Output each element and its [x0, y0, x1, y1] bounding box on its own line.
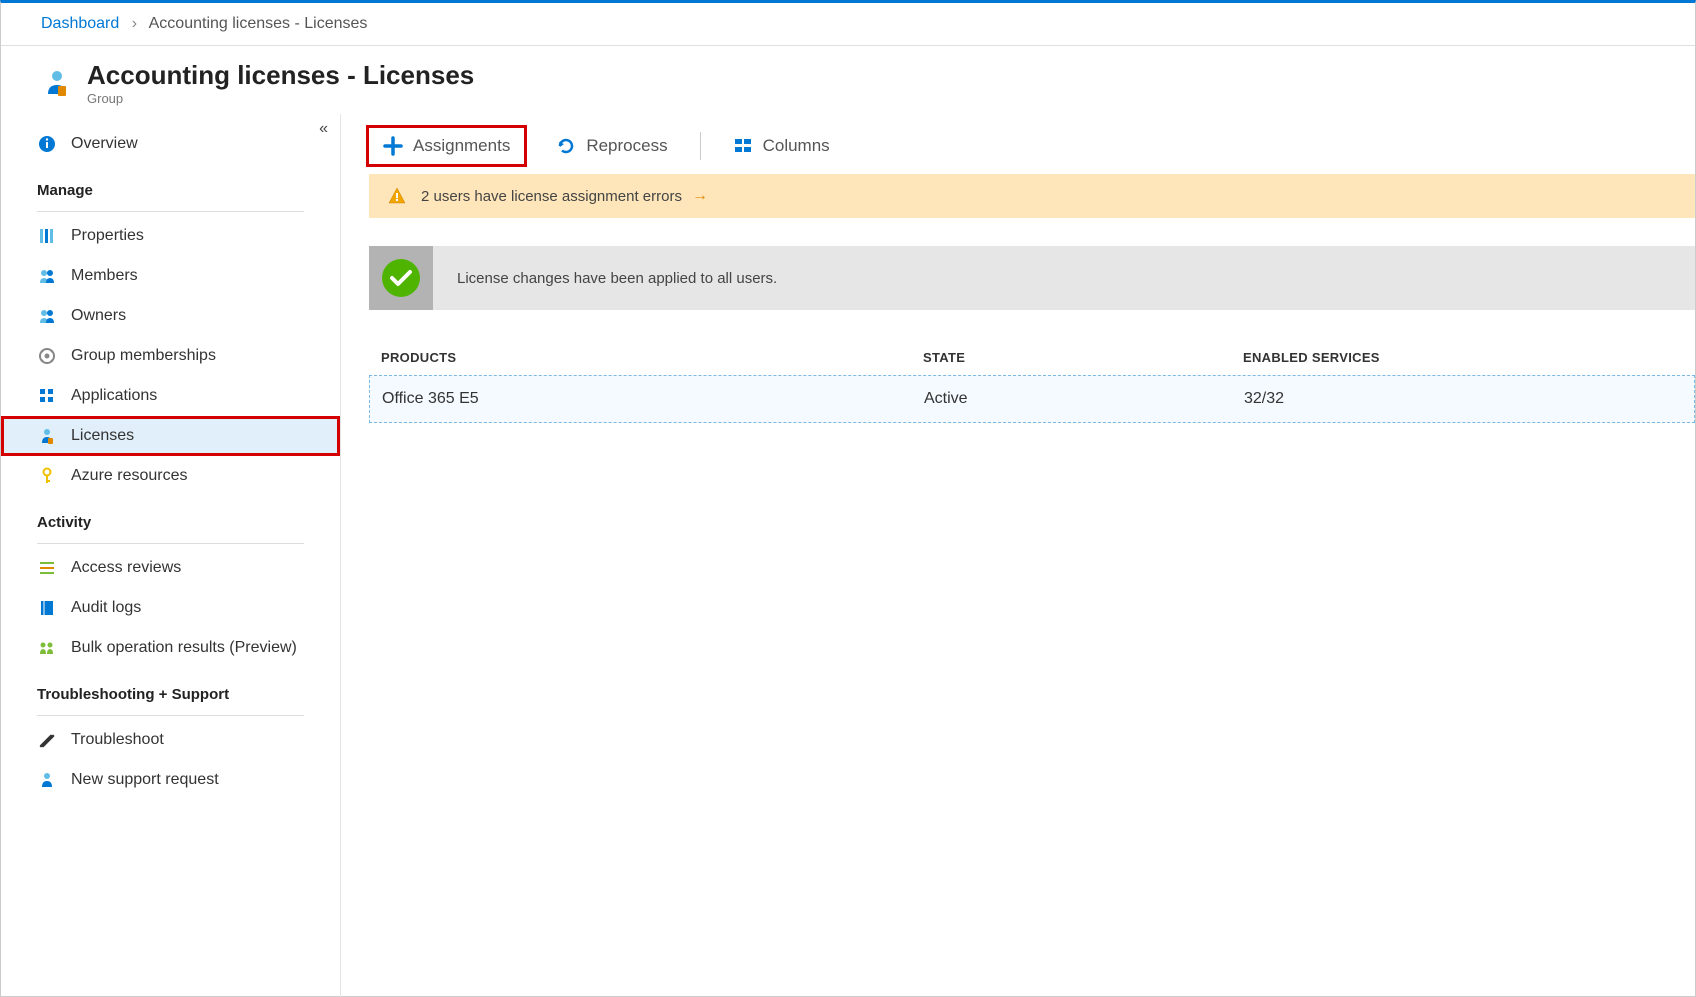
- sidebar-item-members[interactable]: Members: [1, 256, 340, 296]
- success-banner: License changes have been applied to all…: [369, 246, 1695, 310]
- toolbar-label: Columns: [763, 136, 830, 156]
- group-icon: [41, 67, 73, 99]
- column-header-state[interactable]: STATE: [923, 350, 1243, 365]
- plus-icon: [383, 136, 403, 156]
- list-icon: [37, 558, 57, 578]
- sidebar-item-label: Bulk operation results (Preview): [71, 639, 297, 657]
- collapse-sidebar-icon[interactable]: «: [319, 120, 328, 138]
- toolbar-label: Assignments: [413, 136, 510, 156]
- columns-icon: [733, 136, 753, 156]
- cell-services: 32/32: [1244, 390, 1682, 408]
- sidebar-item-audit-logs[interactable]: Audit logs: [1, 588, 340, 628]
- sidebar-item-properties[interactable]: Properties: [1, 216, 340, 256]
- page-title: Accounting licenses - Licenses: [87, 60, 474, 91]
- breadcrumb: Dashboard › Accounting licenses - Licens…: [1, 3, 1695, 46]
- cell-product: Office 365 E5: [382, 390, 924, 408]
- sidebar-item-bulk-operations[interactable]: Bulk operation results (Preview): [1, 628, 340, 668]
- sidebar: « Overview Manage Properties Members: [1, 114, 341, 997]
- license-icon: [37, 426, 57, 446]
- sidebar-item-group-memberships[interactable]: Group memberships: [1, 336, 340, 376]
- warning-icon: [387, 186, 407, 206]
- section-support: Troubleshooting + Support: [1, 668, 340, 711]
- table-row[interactable]: Office 365 E5 Active 32/32: [369, 375, 1695, 423]
- warning-banner[interactable]: 2 users have license assignment errors →: [369, 174, 1695, 218]
- column-header-services[interactable]: ENABLED SERVICES: [1243, 350, 1683, 365]
- licenses-table: PRODUCTS STATE ENABLED SERVICES Office 3…: [369, 340, 1695, 423]
- sidebar-item-label: Owners: [71, 307, 126, 325]
- sidebar-item-access-reviews[interactable]: Access reviews: [1, 548, 340, 588]
- arrow-right-icon: →: [692, 187, 708, 205]
- sidebar-item-label: Overview: [71, 135, 138, 153]
- sidebar-item-licenses[interactable]: Licenses: [1, 416, 340, 456]
- sidebar-item-label: New support request: [71, 771, 219, 789]
- sidebar-item-applications[interactable]: Applications: [1, 376, 340, 416]
- column-header-products[interactable]: PRODUCTS: [381, 350, 923, 365]
- sidebar-item-label: Licenses: [71, 427, 134, 445]
- sidebar-item-label: Audit logs: [71, 599, 141, 617]
- main-content: Assignments Reprocess Columns 2 users ha…: [341, 114, 1695, 997]
- sidebar-item-label: Applications: [71, 387, 157, 405]
- assignments-button[interactable]: Assignments: [369, 128, 524, 164]
- sidebar-item-label: Group memberships: [71, 347, 216, 365]
- book-icon: [37, 598, 57, 618]
- page-header: Accounting licenses - Licenses Group: [1, 46, 1695, 114]
- sidebar-item-overview[interactable]: Overview: [1, 124, 340, 164]
- section-manage: Manage: [1, 164, 340, 207]
- table-header: PRODUCTS STATE ENABLED SERVICES: [369, 340, 1695, 375]
- page-subtitle: Group: [87, 91, 474, 106]
- info-icon: [37, 134, 57, 154]
- owners-icon: [37, 306, 57, 326]
- section-activity: Activity: [1, 496, 340, 539]
- apps-icon: [37, 386, 57, 406]
- members-icon: [37, 266, 57, 286]
- breadcrumb-separator: ›: [132, 15, 137, 32]
- toolbar-label: Reprocess: [586, 136, 667, 156]
- users-icon: [37, 638, 57, 658]
- sidebar-item-azure-resources[interactable]: Azure resources: [1, 456, 340, 496]
- checkmark-icon: [380, 257, 422, 299]
- refresh-icon: [556, 136, 576, 156]
- sidebar-item-troubleshoot[interactable]: Troubleshoot: [1, 720, 340, 760]
- sidebar-item-label: Troubleshoot: [71, 731, 164, 749]
- support-icon: [37, 770, 57, 790]
- sidebar-item-label: Azure resources: [71, 467, 188, 485]
- columns-button[interactable]: Columns: [723, 130, 840, 162]
- sidebar-item-new-support-request[interactable]: New support request: [1, 760, 340, 800]
- toolbar-separator: [700, 132, 701, 160]
- warning-text: 2 users have license assignment errors: [421, 188, 682, 205]
- properties-icon: [37, 226, 57, 246]
- sidebar-item-owners[interactable]: Owners: [1, 296, 340, 336]
- breadcrumb-current: Accounting licenses - Licenses: [149, 15, 368, 32]
- key-icon: [37, 466, 57, 486]
- success-text: License changes have been applied to all…: [433, 270, 777, 287]
- wrench-icon: [37, 730, 57, 750]
- reprocess-button[interactable]: Reprocess: [546, 130, 677, 162]
- sidebar-item-label: Members: [71, 267, 138, 285]
- success-icon-wrap: [369, 246, 433, 310]
- sidebar-item-label: Access reviews: [71, 559, 181, 577]
- sidebar-item-label: Properties: [71, 227, 144, 245]
- breadcrumb-root[interactable]: Dashboard: [41, 15, 119, 32]
- cell-state: Active: [924, 390, 1244, 408]
- toolbar: Assignments Reprocess Columns: [369, 114, 1695, 174]
- gear-icon: [37, 346, 57, 366]
